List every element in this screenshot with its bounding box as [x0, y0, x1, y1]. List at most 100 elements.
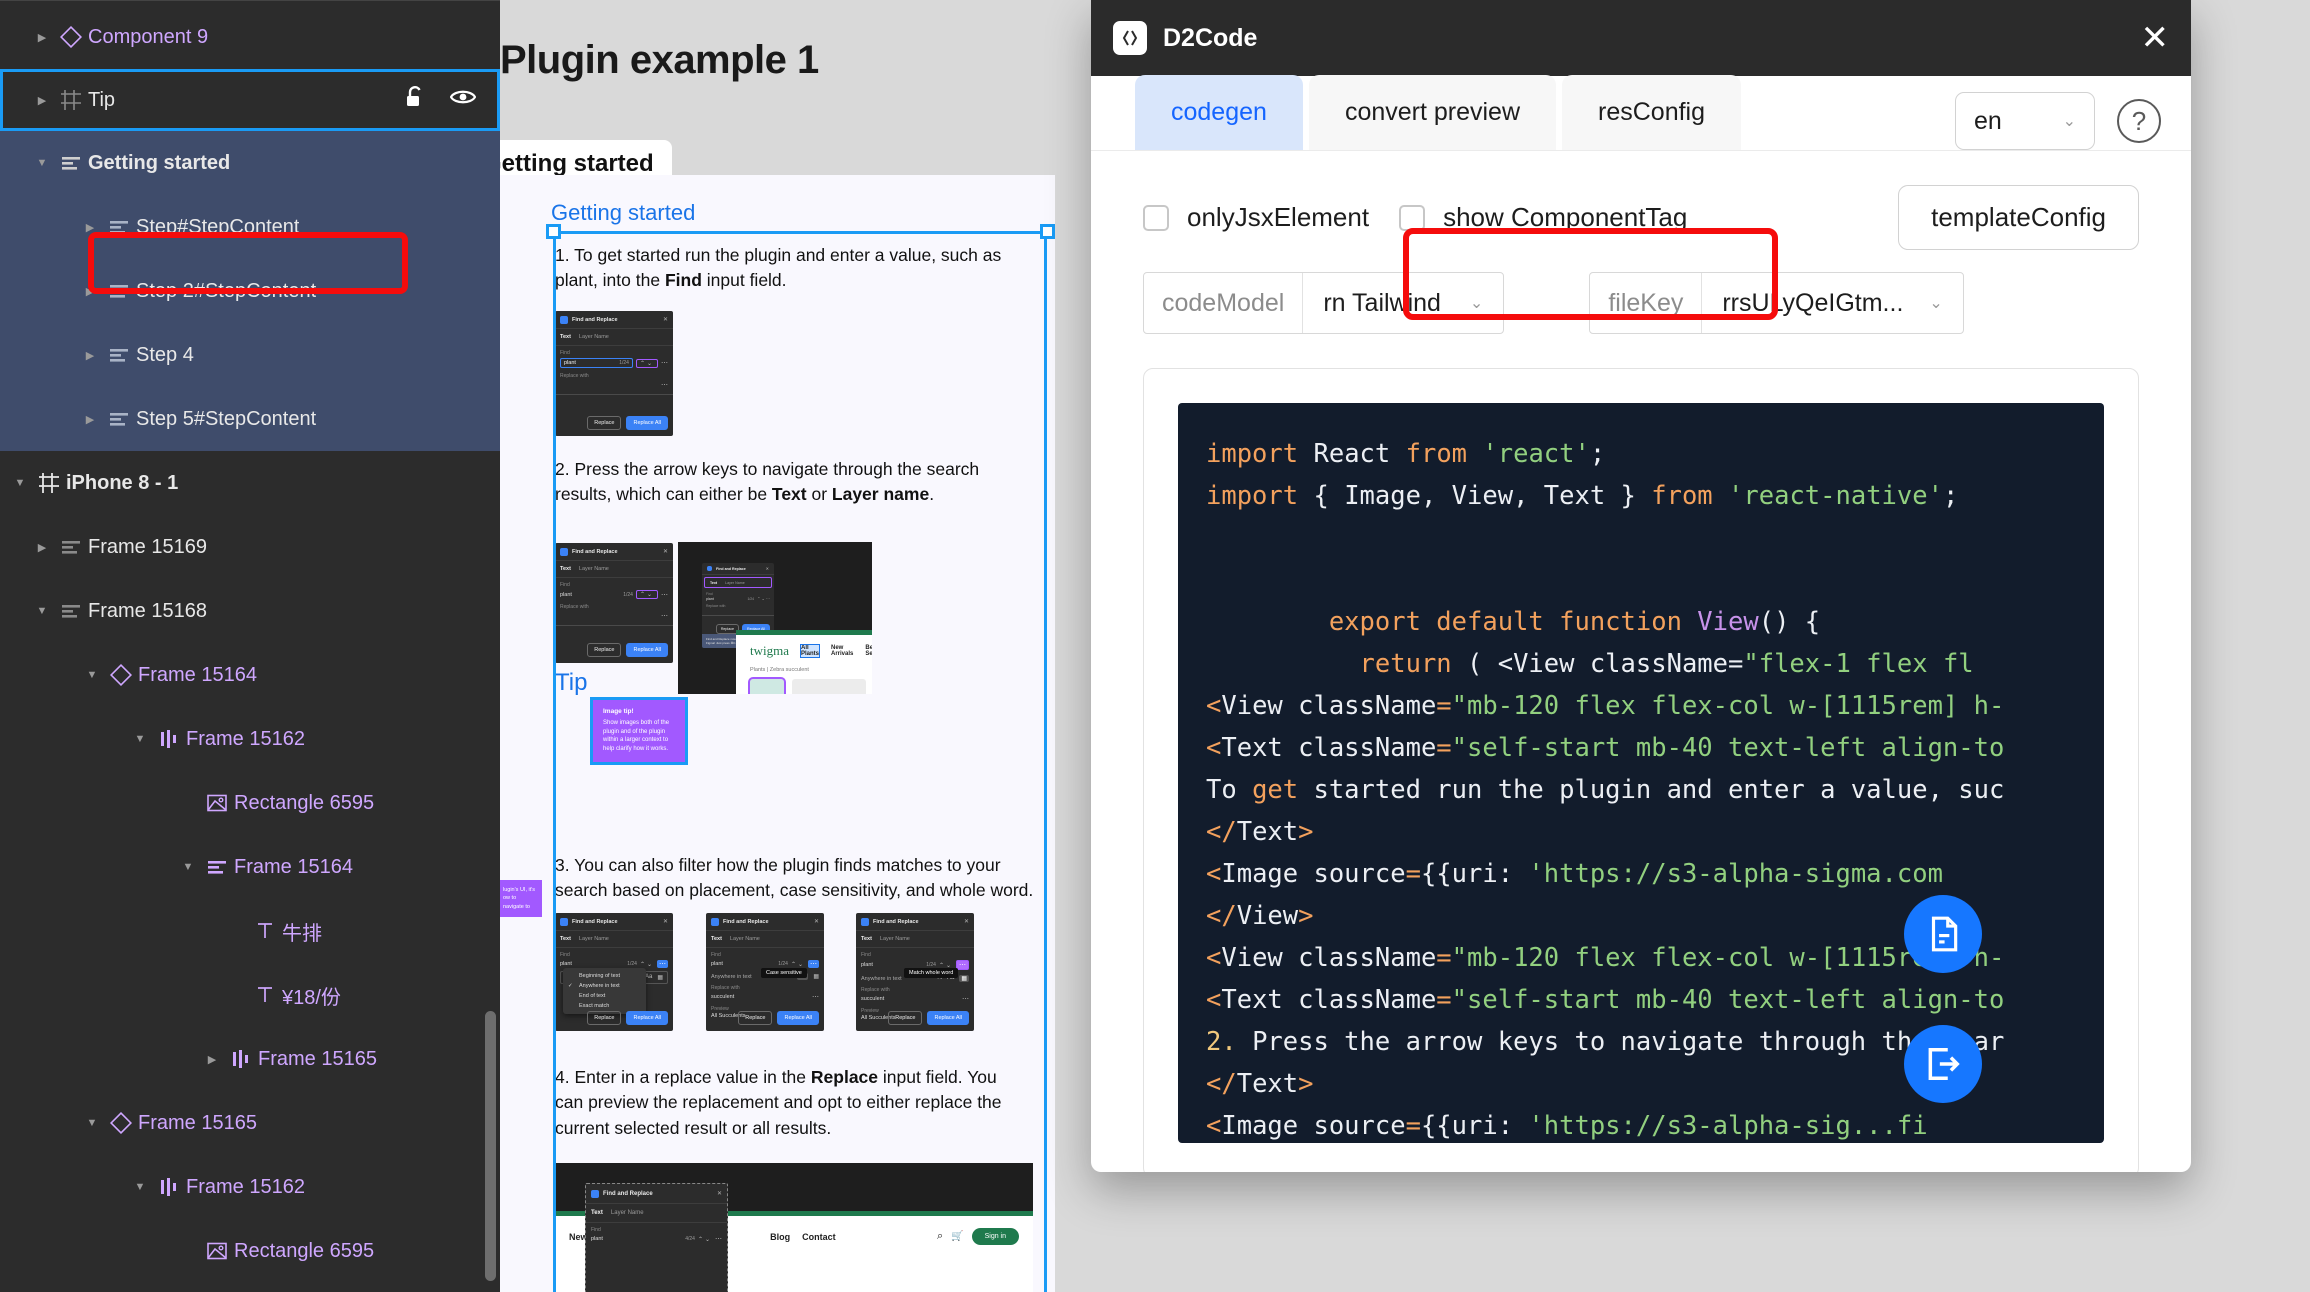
sidebar-item-step-stepcontent[interactable]: ▶ Step#StepContent: [0, 195, 500, 259]
image-icon: [200, 1240, 234, 1262]
sidebar-item-label: Frame 15169: [88, 535, 207, 558]
sidebar-item-frame-15165-a[interactable]: ▶ Frame 15165: [0, 1027, 500, 1091]
chevron-right-icon[interactable]: ▶: [30, 31, 54, 44]
export-icon[interactable]: [1904, 1025, 1982, 1103]
text-layer-icon: [54, 600, 88, 622]
chevron-down-icon[interactable]: ▼: [30, 605, 54, 617]
tab-convert-preview[interactable]: convert preview: [1308, 75, 1557, 150]
selection-handle-top-left[interactable]: [546, 224, 561, 239]
component-icon: [104, 664, 138, 686]
sidebar-item-label: Frame 15162: [186, 1175, 305, 1198]
type-icon: [248, 920, 282, 942]
code-output-pane[interactable]: import React from 'react'; import { Imag…: [1178, 403, 2104, 1143]
text-layer-icon: [102, 408, 136, 430]
chevron-down-icon[interactable]: ▼: [8, 477, 32, 489]
type-icon: [248, 984, 282, 1006]
design-document-frame[interactable]: Getting started 1. To get started run th…: [500, 175, 1055, 1292]
sidebar-item-label: Frame 15162: [186, 727, 305, 750]
sidebar-item-frame-15162-a[interactable]: ▼ Frame 15162: [0, 707, 500, 771]
sidebar-item-frame-15162-b[interactable]: ▼ Frame 15162: [0, 1155, 500, 1219]
frame-icon: [54, 89, 88, 111]
sidebar-item-step-4[interactable]: ▶ Step 4: [0, 323, 500, 387]
chevron-right-icon[interactable]: ▶: [30, 541, 54, 554]
doc-heading: Getting started: [551, 200, 696, 225]
sidebar-item-frame-15169[interactable]: ▶ Frame 15169: [0, 515, 500, 579]
text-layer-icon: [102, 216, 136, 238]
show-componenttag-checkbox[interactable]: [1399, 204, 1426, 231]
text-layer-icon: [102, 280, 136, 302]
sidebar-item-rectangle-6595-b[interactable]: ▶ Rectangle 6595: [0, 1219, 500, 1283]
component-icon: [54, 26, 88, 48]
sidebar-item-text-niupai[interactable]: ▶ 牛排: [0, 899, 500, 963]
image-icon: [200, 792, 234, 814]
sidebar-item-label: iPhone 8 - 1: [66, 471, 179, 494]
text-layer-icon: [54, 536, 88, 558]
sidebar-item-component-9[interactable]: ▶ Component 9: [0, 5, 500, 69]
modal-header: D2Code ✕: [1091, 0, 2191, 76]
text-layer-icon: [200, 856, 234, 878]
chevron-down-icon[interactable]: ▼: [80, 1117, 104, 1129]
code-brackets-icon: [1113, 21, 1147, 55]
purple-annotation-tab: lugin's UI, it's ow to navigate to: [498, 880, 542, 917]
sidebar-item-tip-outlined[interactable]: ▶ Tip: [0, 69, 500, 131]
sidebar-item-label: Component 9: [88, 25, 209, 48]
chevron-right-icon[interactable]: ▶: [30, 94, 54, 107]
only-jsx-element-checkbox-wrap[interactable]: onlyJsxElement: [1143, 202, 1369, 233]
sidebar-item-label: Rectangle 6595: [234, 1239, 375, 1262]
chevron-down-icon: ⌄: [2062, 113, 2076, 130]
code-model-value: rn Tailwind: [1323, 288, 1441, 317]
sidebar-item-frame-15164-a[interactable]: ▼ Frame 15164: [0, 643, 500, 707]
tab-resconfig[interactable]: resConfig: [1562, 75, 1742, 150]
sidebar-item-frame-15164-b[interactable]: ▼ Frame 15164: [0, 835, 500, 899]
frame-icon: [32, 472, 66, 494]
sidebar-item-frame-15168[interactable]: ▼ Frame 15168: [0, 579, 500, 643]
chevron-right-icon[interactable]: ▶: [78, 285, 102, 298]
chevron-right-icon[interactable]: ▶: [78, 221, 102, 234]
sidebar-scrollbar[interactable]: [485, 1011, 496, 1281]
selection-handle-top-right[interactable]: [1040, 224, 1055, 239]
sidebar-item-label: ¥18/份: [282, 986, 341, 1009]
sidebar-item-iphone-8-1[interactable]: ▼ iPhone 8 - 1: [0, 451, 500, 515]
show-componenttag-checkbox-wrap[interactable]: show ComponentTag: [1399, 202, 1687, 233]
canvas-page-title: Plugin example 1: [500, 38, 819, 82]
only-jsx-element-label: onlyJsxElement: [1187, 202, 1370, 232]
sidebar-item-rectangle-6595-a[interactable]: ▶ Rectangle 6595: [0, 771, 500, 835]
d2code-modal[interactable]: D2Code ✕ codegen convert preview resConf…: [1091, 0, 2191, 1172]
chevron-right-icon[interactable]: ▶: [78, 349, 102, 362]
sidebar-item-step-2-stepcontent[interactable]: ▶ Step 2#StepContent: [0, 259, 500, 323]
eye-icon[interactable]: [449, 88, 477, 112]
file-key-combo[interactable]: fileKey rrsULyQeIGtm... ⌄: [1589, 272, 1964, 334]
modal-title: D2Code: [1163, 23, 1258, 52]
chevron-right-icon[interactable]: ▶: [200, 1053, 224, 1066]
sidebar-item-step-5-stepcontent[interactable]: ▶ Step 5#StepContent: [0, 387, 500, 451]
code-model-label: codeModel: [1144, 273, 1304, 333]
unlock-icon[interactable]: [404, 85, 426, 115]
language-select[interactable]: en ⌄: [1955, 92, 2095, 150]
figma-layers-panel[interactable]: ▶ Tip ▶ Component 9 ▶ Tip: [0, 0, 500, 1292]
chevron-down-icon[interactable]: ▼: [128, 1181, 152, 1193]
component-icon: [104, 1112, 138, 1134]
autolayout-icon: [152, 728, 186, 750]
autolayout-icon: [152, 1176, 186, 1198]
only-jsx-element-checkbox[interactable]: [1143, 204, 1169, 231]
close-icon[interactable]: ✕: [2141, 21, 2170, 55]
code-model-combo[interactable]: codeModel rn Tailwind ⌄: [1143, 272, 1505, 334]
tab-codegen[interactable]: codegen: [1135, 75, 1303, 150]
sidebar-item-frame-15165-b[interactable]: ▼ Frame 15165: [0, 1091, 500, 1155]
sidebar-item-getting-started[interactable]: ▼ Getting started: [0, 131, 500, 195]
chevron-down-icon[interactable]: ▼: [80, 669, 104, 681]
help-icon[interactable]: ?: [2117, 99, 2161, 143]
chevron-down-icon[interactable]: ▼: [30, 157, 54, 169]
copy-file-icon[interactable]: [1904, 895, 1982, 973]
autolayout-icon: [224, 1048, 258, 1070]
sidebar-item-label: Frame 15164: [138, 663, 257, 686]
template-config-button[interactable]: templateConfig: [1898, 185, 2139, 250]
figma-selection-box: [553, 231, 1047, 1292]
chevron-down-icon[interactable]: ▼: [128, 733, 152, 745]
chevron-down-icon[interactable]: ▼: [176, 861, 200, 873]
chevron-right-icon[interactable]: ▶: [78, 413, 102, 426]
code-model-value-wrap[interactable]: rn Tailwind ⌄: [1303, 273, 1503, 333]
modal-tabbar: codegen convert preview resConfig en ⌄ ?: [1091, 75, 2191, 151]
file-key-value-wrap[interactable]: rrsULyQeIGtm... ⌄: [1702, 273, 1962, 333]
sidebar-item-text-price[interactable]: ▶ ¥18/份: [0, 963, 500, 1027]
